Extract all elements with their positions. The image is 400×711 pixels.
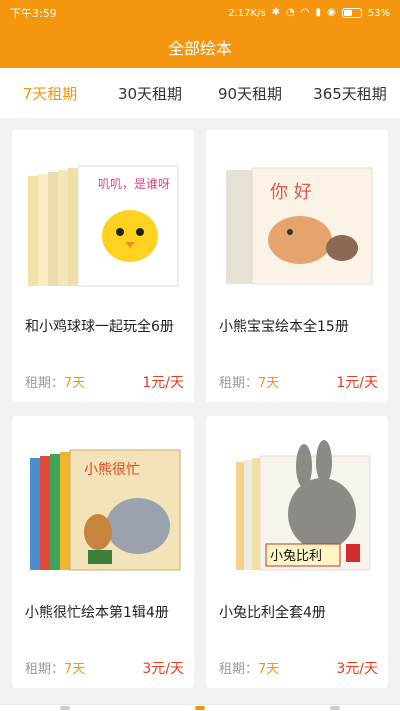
book-card[interactable]: 小兔比利 小兔比利全套4册 租期：7天 3元/天 xyxy=(206,416,388,688)
rental-term: 租期：7天 xyxy=(219,372,279,391)
book-name: 小熊宝宝绘本全15册 xyxy=(219,319,349,335)
tab-30-days[interactable]: 30天租期 xyxy=(100,68,200,118)
rental-term-value: 7天 xyxy=(258,376,280,391)
cover-title: 叽叽，是谁呀 xyxy=(98,177,170,191)
rental-term-label: 租期： xyxy=(219,662,259,677)
cover-title: 你 好 xyxy=(270,182,312,203)
book-card[interactable]: 小熊很忙 小熊很忙绘本第1辑4册 租期：7天 3元/天 xyxy=(12,416,194,688)
book-grid: 叽叽，是谁呀 和小鸡球球一起玩全6册 租期：7天 1元/天 你 好 小熊宝宝绘本… xyxy=(0,118,400,711)
book-price: 3元/天 xyxy=(142,661,184,677)
book-price: 1元/天 xyxy=(336,375,378,391)
book-cover-image: 你 好 xyxy=(226,167,373,285)
nav-home-icon[interactable] xyxy=(60,706,70,710)
wifi-icon: ◠ xyxy=(300,7,310,18)
book-cover: 小兔比利 xyxy=(212,422,382,574)
cover-title: 小熊很忙 xyxy=(84,462,140,478)
rental-term-label: 租期： xyxy=(219,376,259,391)
book-cover: 叽叽，是谁呀 xyxy=(18,136,188,288)
bottom-nav xyxy=(0,704,400,711)
book-cover: 你 好 xyxy=(212,136,382,288)
book-price: 1元/天 xyxy=(142,375,184,391)
tab-90-days[interactable]: 90天租期 xyxy=(200,68,300,118)
signal-icon: ▮ xyxy=(315,7,322,18)
rental-term-value: 7天 xyxy=(258,662,280,677)
book-name: 小兔比利全套4册 xyxy=(219,605,326,621)
bluetooth-icon: ✱ xyxy=(271,7,281,18)
page-title-bar: 全部绘本 xyxy=(0,26,400,68)
book-cover-image: 叽叽，是谁呀 xyxy=(28,165,179,287)
status-time: 下午3:59 xyxy=(10,7,57,20)
book-cover-image: 小兔比利 xyxy=(236,440,371,571)
rental-term-value: 7天 xyxy=(64,376,86,391)
book-name: 和小鸡球球一起玩全6册 xyxy=(25,319,174,335)
rental-term-value: 7天 xyxy=(64,662,86,677)
rental-term: 租期：7天 xyxy=(25,372,85,391)
book-card[interactable]: 你 好 小熊宝宝绘本全15册 租期：7天 1元/天 xyxy=(206,130,388,402)
tab-7-days[interactable]: 7天租期 xyxy=(0,68,100,118)
tab-365-days[interactable]: 365天租期 xyxy=(300,68,400,118)
rental-period-tabs: 7天租期 30天租期 90天租期 365天租期 xyxy=(0,68,400,118)
book-price: 3元/天 xyxy=(336,661,378,677)
battery-percent: 53% xyxy=(367,7,390,19)
alarm-icon: ◔ xyxy=(286,7,295,18)
book-name: 小熊很忙绘本第1辑4册 xyxy=(25,605,169,621)
data-icon: ◉ xyxy=(327,7,336,18)
rental-term: 租期：7天 xyxy=(219,658,279,677)
status-bar: 下午3:59 2.17K/s ✱ ◔ ◠ ▮ ◉ 53% xyxy=(0,0,400,26)
nav-books-icon[interactable] xyxy=(195,706,205,710)
rental-term-label: 租期： xyxy=(25,376,65,391)
status-icons: 2.17K/s ✱ ◔ ◠ ▮ ◉ 53% xyxy=(228,8,390,19)
battery-icon xyxy=(341,8,362,18)
book-cover: 小熊很忙 xyxy=(18,422,188,574)
network-speed: 2.17K/s xyxy=(228,7,266,19)
book-card[interactable]: 叽叽，是谁呀 和小鸡球球一起玩全6册 租期：7天 1元/天 xyxy=(12,130,194,402)
cover-title: 小兔比利 xyxy=(270,549,322,564)
book-cover-image: 小熊很忙 xyxy=(30,449,181,571)
nav-profile-icon[interactable] xyxy=(330,706,340,710)
rental-term: 租期：7天 xyxy=(25,658,85,677)
rental-term-label: 租期： xyxy=(25,662,65,677)
page-title: 全部绘本 xyxy=(167,39,232,58)
